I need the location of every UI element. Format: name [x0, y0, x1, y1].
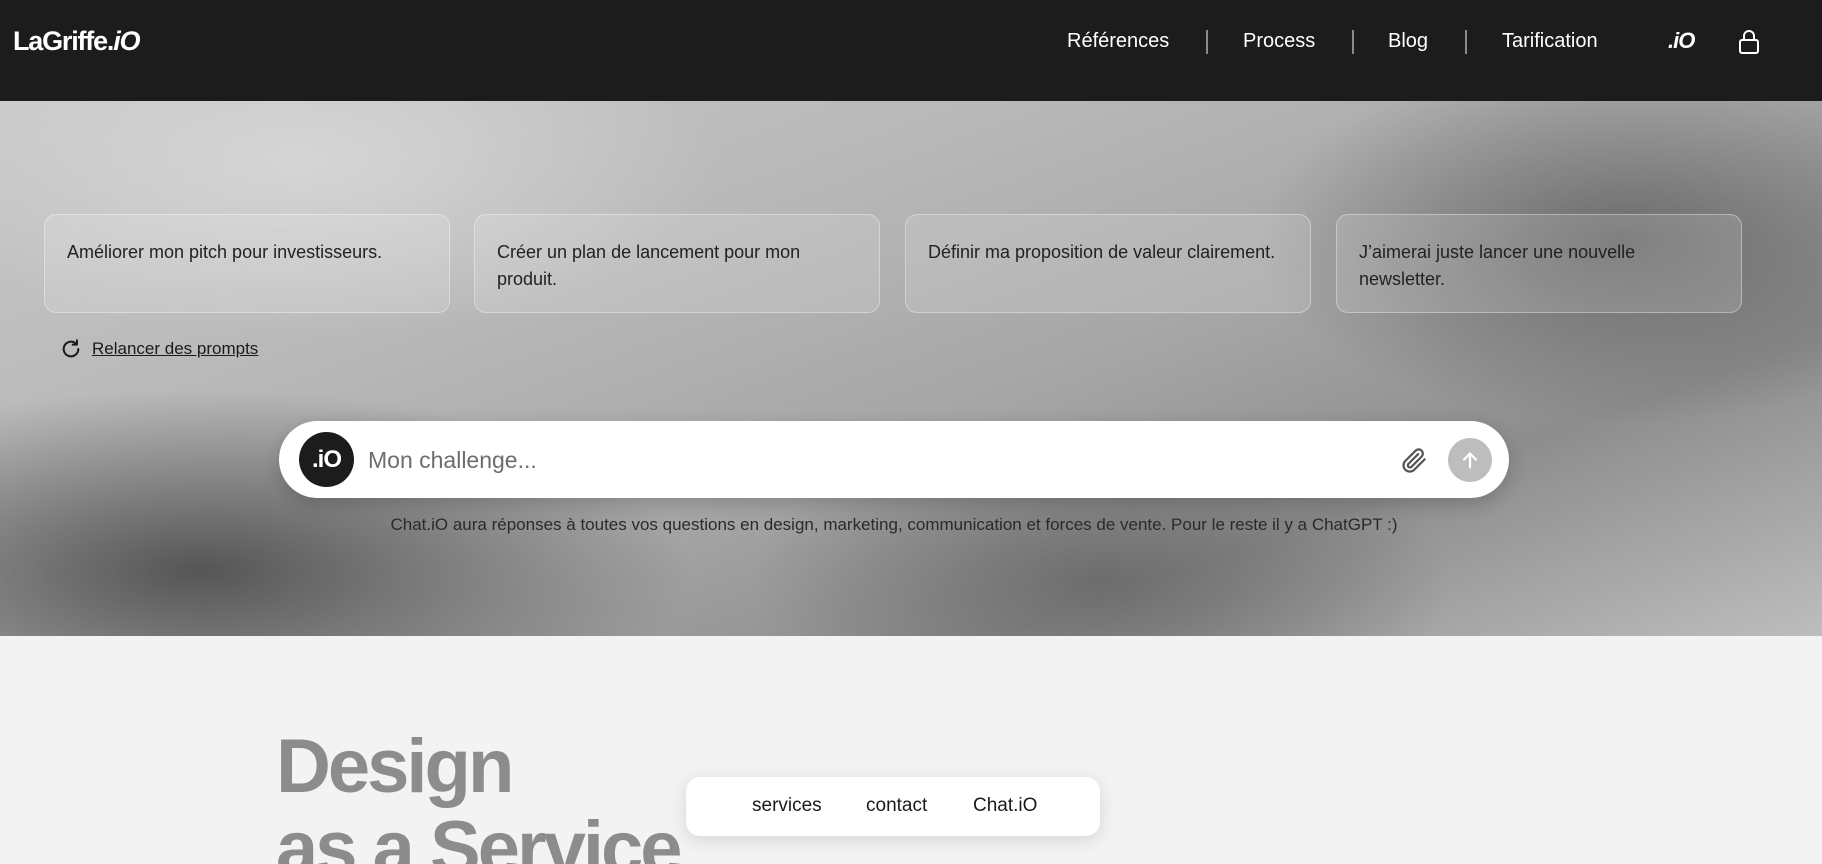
nav-link-references[interactable]: Références	[1067, 30, 1169, 53]
floating-nav-services[interactable]: services	[752, 795, 822, 817]
refresh-icon	[62, 339, 80, 358]
floating-nav: services contact Chat.iO	[686, 777, 1100, 836]
main-nav: Références Process Blog Tarification	[0, 0, 1822, 101]
challenge-input[interactable]	[366, 439, 1370, 481]
chat-disclaimer: Chat.iO aura réponses à toutes vos quest…	[390, 515, 1398, 534]
prompt-suggestion-card[interactable]: Définir ma proposition de valeur clairem…	[905, 214, 1311, 313]
nav-link-process[interactable]: Process	[1243, 30, 1315, 53]
hero-section: Améliorer mon pitch pour investisseurs. …	[0, 101, 1822, 636]
floating-nav-contact[interactable]: contact	[866, 795, 927, 817]
arrow-up-icon	[1462, 452, 1478, 469]
floating-nav-chat-io[interactable]: Chat.iO	[973, 795, 1037, 817]
chat-io-avatar: .iO	[299, 432, 354, 487]
reload-prompts-button[interactable]: Relancer des prompts	[60, 338, 258, 360]
nav-separator	[1465, 30, 1467, 54]
prompt-suggestion-card[interactable]: J’aimerai juste lancer une nouvelle news…	[1336, 214, 1742, 313]
paperclip-icon[interactable]	[1399, 445, 1429, 475]
prompt-suggestion-card[interactable]: Créer un plan de lancement pour mon prod…	[474, 214, 880, 313]
headline-line: as a Service	[276, 806, 682, 864]
nav-separator	[1206, 30, 1208, 54]
nav-link-tarification[interactable]: Tarification	[1502, 30, 1598, 53]
nav-link-blog[interactable]: Blog	[1388, 30, 1428, 53]
lock-icon[interactable]	[1737, 29, 1761, 55]
chat-io-nav-badge[interactable]: .iO	[1668, 28, 1695, 54]
send-button[interactable]	[1448, 438, 1492, 482]
section-headline: Design as a Service	[276, 724, 682, 864]
prompt-suggestion-card[interactable]: Améliorer mon pitch pour investisseurs.	[44, 214, 450, 313]
nav-separator	[1352, 30, 1354, 54]
reload-prompts-label: Relancer des prompts	[92, 339, 259, 358]
headline-line: Design	[276, 724, 514, 809]
top-navigation-bar: LaGriffe.iO Références Process Blog Tari…	[0, 0, 1822, 101]
chat-input-bar: .iO	[279, 421, 1509, 498]
